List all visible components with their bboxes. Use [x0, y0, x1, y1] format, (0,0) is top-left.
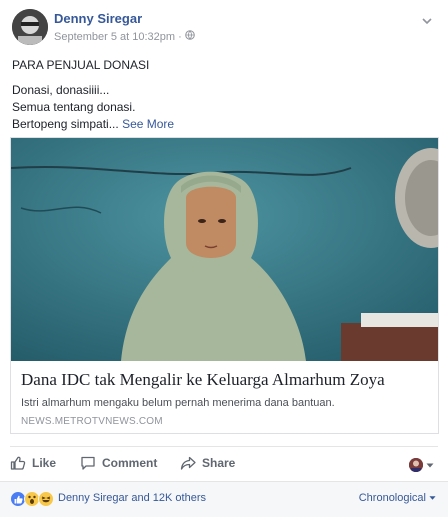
- author-name[interactable]: Denny Siregar: [54, 11, 142, 26]
- post-text: PARA PENJUAL DONASI Donasi, donasiiii...…: [12, 57, 436, 133]
- see-more-link[interactable]: See More: [122, 117, 174, 131]
- post-actions: Like Comment Share: [10, 446, 438, 478]
- comment-label: Comment: [102, 456, 158, 470]
- link-domain: NEWS.METROTVNEWS.COM: [21, 416, 163, 427]
- post-text-line: Bertopeng simpati... See More: [12, 116, 436, 133]
- caret-down-icon: [426, 456, 434, 474]
- post-text-line: PARA PENJUAL DONASI: [12, 58, 150, 72]
- link-preview-image[interactable]: [11, 138, 438, 361]
- comment-button[interactable]: Comment: [80, 455, 157, 471]
- link-description: Istri almarhum mengaku belum pernah mene…: [21, 397, 335, 409]
- meta-separator: ·: [178, 30, 182, 43]
- caret-down-icon: [429, 492, 436, 504]
- share-arrow-icon: [180, 455, 196, 471]
- post-text-line: Semua tentang donasi.: [12, 100, 136, 114]
- globe-icon: [184, 30, 195, 43]
- post-header: Denny Siregar September 5 at 10:32pm ·: [12, 8, 436, 48]
- viewer-selector[interactable]: [409, 456, 434, 474]
- thumbs-up-icon: [10, 455, 26, 471]
- comment-sort-dropdown[interactable]: Chronological: [359, 492, 436, 504]
- link-title[interactable]: Dana IDC tak Mengalir ke Keluarga Almarh…: [21, 370, 385, 390]
- comment-bubble-icon: [80, 455, 96, 471]
- author-avatar[interactable]: [12, 9, 48, 45]
- like-button[interactable]: Like: [10, 455, 56, 471]
- like-label: Like: [32, 456, 57, 470]
- haha-reaction-icon: [38, 491, 54, 507]
- post-meta: September 5 at 10:32pm ·: [54, 30, 195, 43]
- share-button[interactable]: Share: [180, 455, 235, 471]
- reaction-icons[interactable]: [10, 491, 54, 507]
- viewer-avatar: [409, 458, 423, 472]
- share-label: Share: [202, 456, 236, 470]
- post-text-line-content: Bertopeng simpati...: [12, 117, 119, 131]
- sort-label: Chronological: [358, 492, 426, 504]
- link-preview-card[interactable]: Dana IDC tak Mengalir ke Keluarga Almarh…: [10, 137, 439, 434]
- reactions-bar: Denny Siregar and 12K others Chronologic…: [0, 481, 448, 517]
- post-text-line: Donasi, donasiiii...: [12, 83, 110, 97]
- post-options-chevron-icon[interactable]: [420, 14, 434, 28]
- reaction-summary[interactable]: Denny Siregar and 12K others: [58, 492, 206, 504]
- post-timestamp[interactable]: September 5 at 10:32pm: [54, 31, 175, 43]
